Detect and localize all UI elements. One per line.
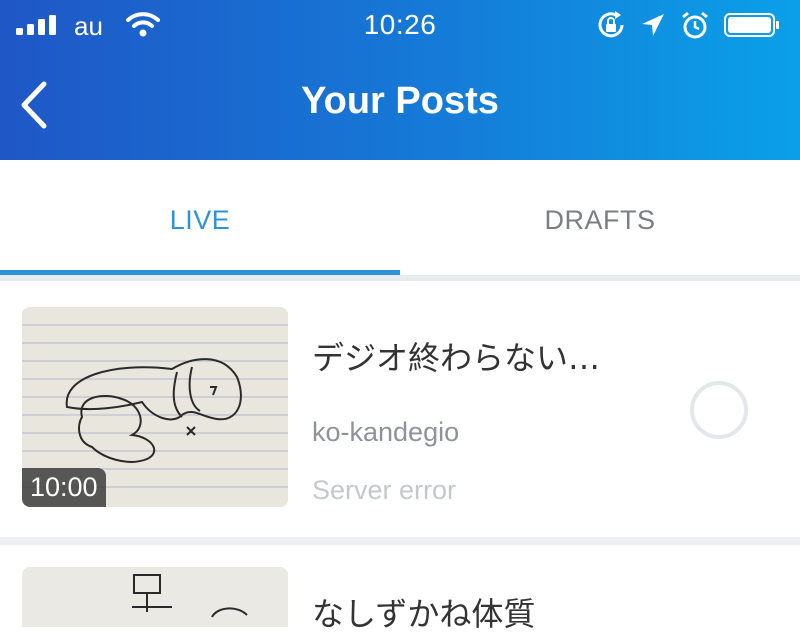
sketch-image [22, 567, 288, 627]
app-header: au 10:26 Your Posts [0, 0, 800, 160]
tab-bar: LIVE DRAFTS [0, 160, 800, 280]
duration-badge: 10:00 [22, 468, 106, 507]
status-icons [596, 8, 780, 42]
alarm-icon [682, 11, 708, 39]
post-status: Server error [312, 475, 457, 505]
page-title: Your Posts [301, 80, 499, 122]
post-title: デジオ終わらない… [312, 339, 601, 377]
status-bar: au 10:26 [0, 0, 800, 52]
post-author: ko-kandegio [312, 417, 460, 447]
post-thumbnail: 10:00 [22, 307, 288, 507]
rotation-lock-icon [598, 11, 624, 38]
location-icon [642, 14, 664, 36]
post-thumbnail [22, 567, 288, 627]
tab-live[interactable]: LIVE [0, 160, 400, 280]
post-list-item[interactable]: なしずかね体質 [0, 545, 800, 633]
loading-spinner-icon [690, 381, 748, 439]
tab-drafts[interactable]: DRAFTS [400, 160, 800, 280]
post-list-item[interactable]: 10:00 デジオ終わらない… ko-kandegio Server error [0, 281, 800, 537]
navigation-bar: Your Posts [0, 52, 800, 160]
battery-icon [724, 13, 779, 37]
post-title: なしずかね体質 [312, 595, 536, 633]
list-separator [0, 537, 800, 545]
